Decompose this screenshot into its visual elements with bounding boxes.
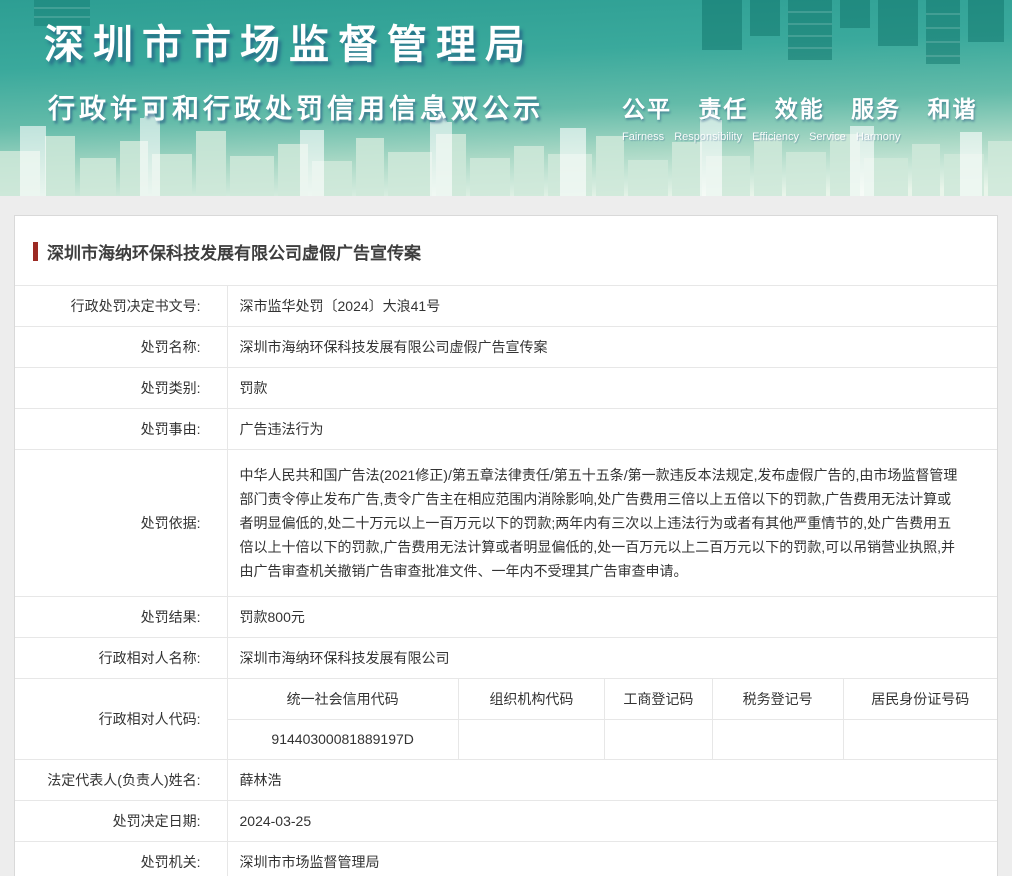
code-header: 工商登记码 (605, 679, 713, 719)
field-label: 处罚决定日期: (15, 801, 227, 842)
row-party-name: 行政相对人名称: 深圳市海纳环保科技发展有限公司 (15, 638, 997, 679)
row-legal-representative: 法定代表人(负责人)姓名: 薛林浩 (15, 760, 997, 801)
field-value: 罚款 (227, 368, 997, 409)
party-codes-table: 统一社会信用代码 组织机构代码 工商登记码 税务登记号 居民身份证号码 9144… (228, 679, 998, 759)
field-label: 行政相对人代码: (15, 679, 227, 760)
code-value (712, 719, 843, 759)
field-label: 处罚结果: (15, 597, 227, 638)
code-header: 统一社会信用代码 (228, 679, 459, 719)
slogan-block: 公平 责任 效能 服务 和谐 Fairness Responsibility E… (622, 90, 978, 143)
field-value: 深圳市海纳环保科技发展有限公司 (227, 638, 997, 679)
code-value: 91440300081889197D (228, 719, 459, 759)
party-codes-value-row: 91440300081889197D (228, 719, 998, 759)
site-title: 深圳市市场监督管理局 (44, 12, 534, 70)
field-label: 处罚依据: (15, 450, 227, 597)
field-label: 行政处罚决定书文号: (15, 286, 227, 327)
page-root: 深圳市市场监督管理局 行政许可和行政处罚信用信息双公示 公平 责任 效能 服务 … (0, 0, 1012, 876)
code-value (458, 719, 604, 759)
field-label: 处罚事由: (15, 409, 227, 450)
field-label: 处罚类别: (15, 368, 227, 409)
code-header: 组织机构代码 (458, 679, 604, 719)
penalty-info-table: 行政处罚决定书文号: 深市监华处罚〔2024〕大浪41号 处罚名称: 深圳市海纳… (15, 285, 997, 876)
field-value: 广告违法行为 (227, 409, 997, 450)
row-penalty-reason: 处罚事由: 广告违法行为 (15, 409, 997, 450)
field-value: 薛林浩 (227, 760, 997, 801)
site-subtitle: 行政许可和行政处罚信用信息双公示 (48, 87, 544, 126)
code-header: 居民身份证号码 (843, 679, 997, 719)
field-label: 行政相对人名称: (15, 638, 227, 679)
content-panel: 深圳市海纳环保科技发展有限公司虚假广告宣传案 行政处罚决定书文号: 深市监华处罚… (14, 215, 998, 876)
code-value (843, 719, 997, 759)
row-penalty-basis: 处罚依据: 中华人民共和国广告法(2021修正)/第五章法律责任/第五十五条/第… (15, 450, 997, 597)
site-banner: 深圳市市场监督管理局 行政许可和行政处罚信用信息双公示 公平 责任 效能 服务 … (0, 0, 1012, 196)
field-value: 罚款800元 (227, 597, 997, 638)
case-title: 深圳市海纳环保科技发展有限公司虚假广告宣传案 (47, 239, 421, 264)
field-value: 深市监华处罚〔2024〕大浪41号 (227, 286, 997, 327)
row-penalty-authority: 处罚机关: 深圳市市场监督管理局 (15, 842, 997, 876)
code-value (605, 719, 713, 759)
field-label: 法定代表人(负责人)姓名: (15, 760, 227, 801)
field-value: 中华人民共和国广告法(2021修正)/第五章法律责任/第五十五条/第一款违反本法… (227, 450, 997, 597)
code-header: 税务登记号 (712, 679, 843, 719)
field-value: 深圳市海纳环保科技发展有限公司虚假广告宣传案 (227, 327, 997, 368)
row-penalty-name: 处罚名称: 深圳市海纳环保科技发展有限公司虚假广告宣传案 (15, 327, 997, 368)
row-decision-date: 处罚决定日期: 2024-03-25 (15, 801, 997, 842)
skyscrapers-graphic (692, 0, 1012, 72)
row-party-codes: 行政相对人代码: 统一社会信用代码 组织机构代码 工 (15, 679, 997, 760)
party-codes-cell: 统一社会信用代码 组织机构代码 工商登记码 税务登记号 居民身份证号码 9144… (227, 679, 997, 760)
slogan-english: Fairness Responsibility Efficiency Servi… (622, 131, 978, 143)
row-penalty-category: 处罚类别: 罚款 (15, 368, 997, 409)
field-label: 处罚名称: (15, 327, 227, 368)
field-label: 处罚机关: (15, 842, 227, 876)
party-codes-header-row: 统一社会信用代码 组织机构代码 工商登记码 税务登记号 居民身份证号码 (228, 679, 998, 719)
row-penalty-result: 处罚结果: 罚款800元 (15, 597, 997, 638)
case-title-row: 深圳市海纳环保科技发展有限公司虚假广告宣传案 (15, 216, 997, 285)
row-penalty-doc-number: 行政处罚决定书文号: 深市监华处罚〔2024〕大浪41号 (15, 286, 997, 327)
title-accent-bar (33, 242, 38, 261)
field-value: 深圳市市场监督管理局 (227, 842, 997, 876)
field-value: 2024-03-25 (227, 801, 997, 842)
slogan-chinese: 公平 责任 效能 服务 和谐 (622, 90, 978, 124)
